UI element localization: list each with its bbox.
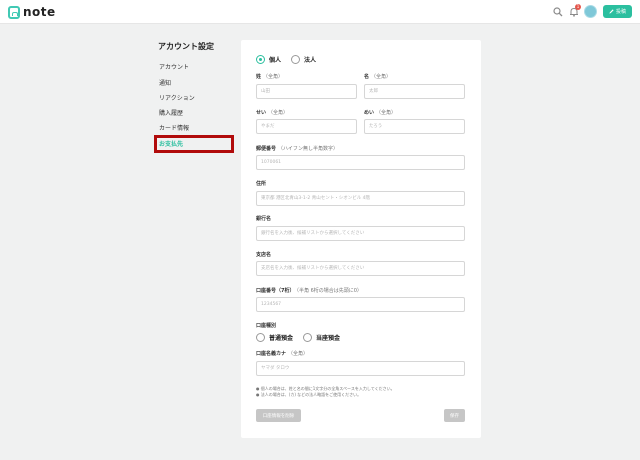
search-icon[interactable] <box>553 7 563 17</box>
post-button[interactable]: 投稿 <box>603 5 632 18</box>
address-label: 住所 <box>256 181 267 187</box>
last-name-input[interactable]: 山田 <box>256 84 357 99</box>
sidebar-item-purchase-history[interactable]: 購入履歴 <box>155 106 233 121</box>
account-type-group: 普通預金 当座預金 <box>256 333 346 342</box>
note-line: ● 法人の場合は、(カ) などの法人略語をご使用ください。 <box>256 392 362 397</box>
form-notes: ● 個人の場合は、姓と名の間に1文字分の全角スペースを入力してください。 ● 法… <box>256 386 395 398</box>
address-input[interactable]: 東京都 港区北青山3-1-2 青山セント・シオンビル 4階 <box>256 191 465 206</box>
radio-corporation-label: 法人 <box>304 57 317 64</box>
first-name-input[interactable]: 太郎 <box>364 84 465 99</box>
post-button-label: 投稿 <box>615 9 626 15</box>
save-button[interactable]: 保存 <box>444 409 465 422</box>
note-logo[interactable]: note <box>8 5 56 19</box>
notification-badge: 1 <box>575 4 581 10</box>
postal-input[interactable]: 1070061 <box>256 155 465 170</box>
account-number-label: 口座番号（7桁） （半角 6桁の場合は先頭に0） <box>256 288 362 294</box>
last-kana-label: せい （全角） <box>256 110 289 116</box>
top-header: note 1 投稿 <box>0 0 640 24</box>
first-name-label: 名（全角） <box>364 74 392 80</box>
sidebar-item-payee[interactable]: お支払先 <box>155 137 233 152</box>
radio-checking-deposit[interactable] <box>303 333 313 342</box>
account-holder-input[interactable]: ヤマダ タロウ <box>256 361 465 376</box>
radio-corporation[interactable] <box>291 55 301 64</box>
sidebar-item-card-info[interactable]: カード情報 <box>155 121 233 136</box>
branch-input[interactable]: 支店名を入力後、候補リストから選択してください <box>256 261 465 276</box>
first-kana-input[interactable]: たろう <box>364 119 465 134</box>
radio-ordinary-deposit[interactable] <box>256 333 265 342</box>
delete-account-button[interactable]: 口座情報を削除 <box>256 409 301 422</box>
account-holder-label: 口座名義カナ （全角） <box>256 351 309 357</box>
sidebar-item-account[interactable]: アカウント <box>155 60 233 75</box>
bank-label: 銀行名 <box>256 216 272 222</box>
logo-text: note <box>23 5 56 19</box>
sidebar-item-reactions[interactable]: リアクション <box>155 91 233 106</box>
last-name-label: 姓（全角） <box>256 74 284 80</box>
sidebar-item-notifications[interactable]: 通知 <box>155 76 233 91</box>
settings-title: アカウント設定 <box>158 42 214 51</box>
bank-input[interactable]: 銀行名を入力後、候補リストから選択してください <box>256 226 465 241</box>
avatar[interactable] <box>584 5 597 18</box>
radio-individual[interactable] <box>256 55 265 64</box>
radio-checking-deposit-label: 当座預金 <box>316 335 341 342</box>
account-type-label: 口座種別 <box>256 323 277 329</box>
entity-type-group: 個人 法人 <box>256 55 322 64</box>
branch-label: 支店名 <box>256 252 272 258</box>
radio-individual-label: 個人 <box>269 57 282 64</box>
first-kana-label: めい （全角） <box>364 110 397 116</box>
pencil-icon <box>609 9 614 14</box>
radio-ordinary-deposit-label: 普通預金 <box>269 335 294 342</box>
last-kana-input[interactable]: やまだ <box>256 119 357 134</box>
postal-label: 郵便番号 （ハイフン無し半角数字） <box>256 146 339 152</box>
account-number-input[interactable]: 1234567 <box>256 297 465 312</box>
note-logo-icon <box>8 5 20 19</box>
